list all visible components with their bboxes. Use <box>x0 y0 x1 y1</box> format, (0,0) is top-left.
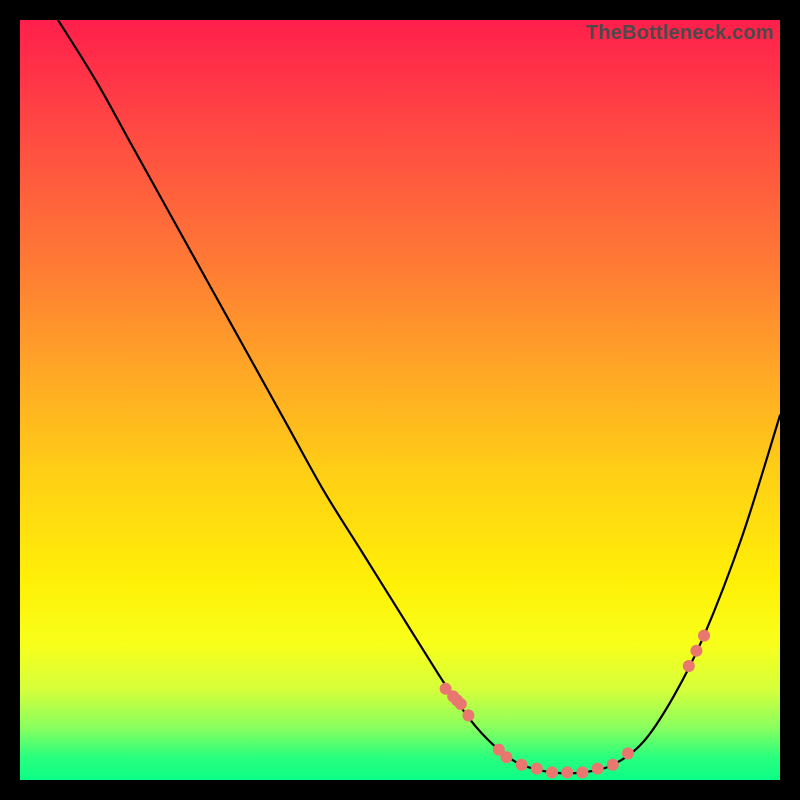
highlighted-point <box>576 766 588 778</box>
highlighted-point <box>531 763 543 775</box>
plot-area: TheBottleneck.com <box>20 20 780 780</box>
highlighted-point <box>683 660 695 672</box>
highlighted-point <box>462 709 474 721</box>
chart-svg <box>20 20 780 780</box>
highlighted-point <box>455 698 467 710</box>
highlighted-point <box>607 759 619 771</box>
highlighted-point <box>516 759 528 771</box>
highlighted-point <box>546 766 558 778</box>
highlighted-point <box>561 766 573 778</box>
highlighted-point <box>622 747 634 759</box>
highlighted-point <box>690 645 702 657</box>
highlighted-point <box>698 630 710 642</box>
highlighted-point <box>500 751 512 763</box>
chart-frame: TheBottleneck.com <box>20 20 780 780</box>
bottleneck-curve <box>58 20 780 773</box>
watermark-text: TheBottleneck.com <box>586 22 774 45</box>
highlighted-point <box>592 763 604 775</box>
